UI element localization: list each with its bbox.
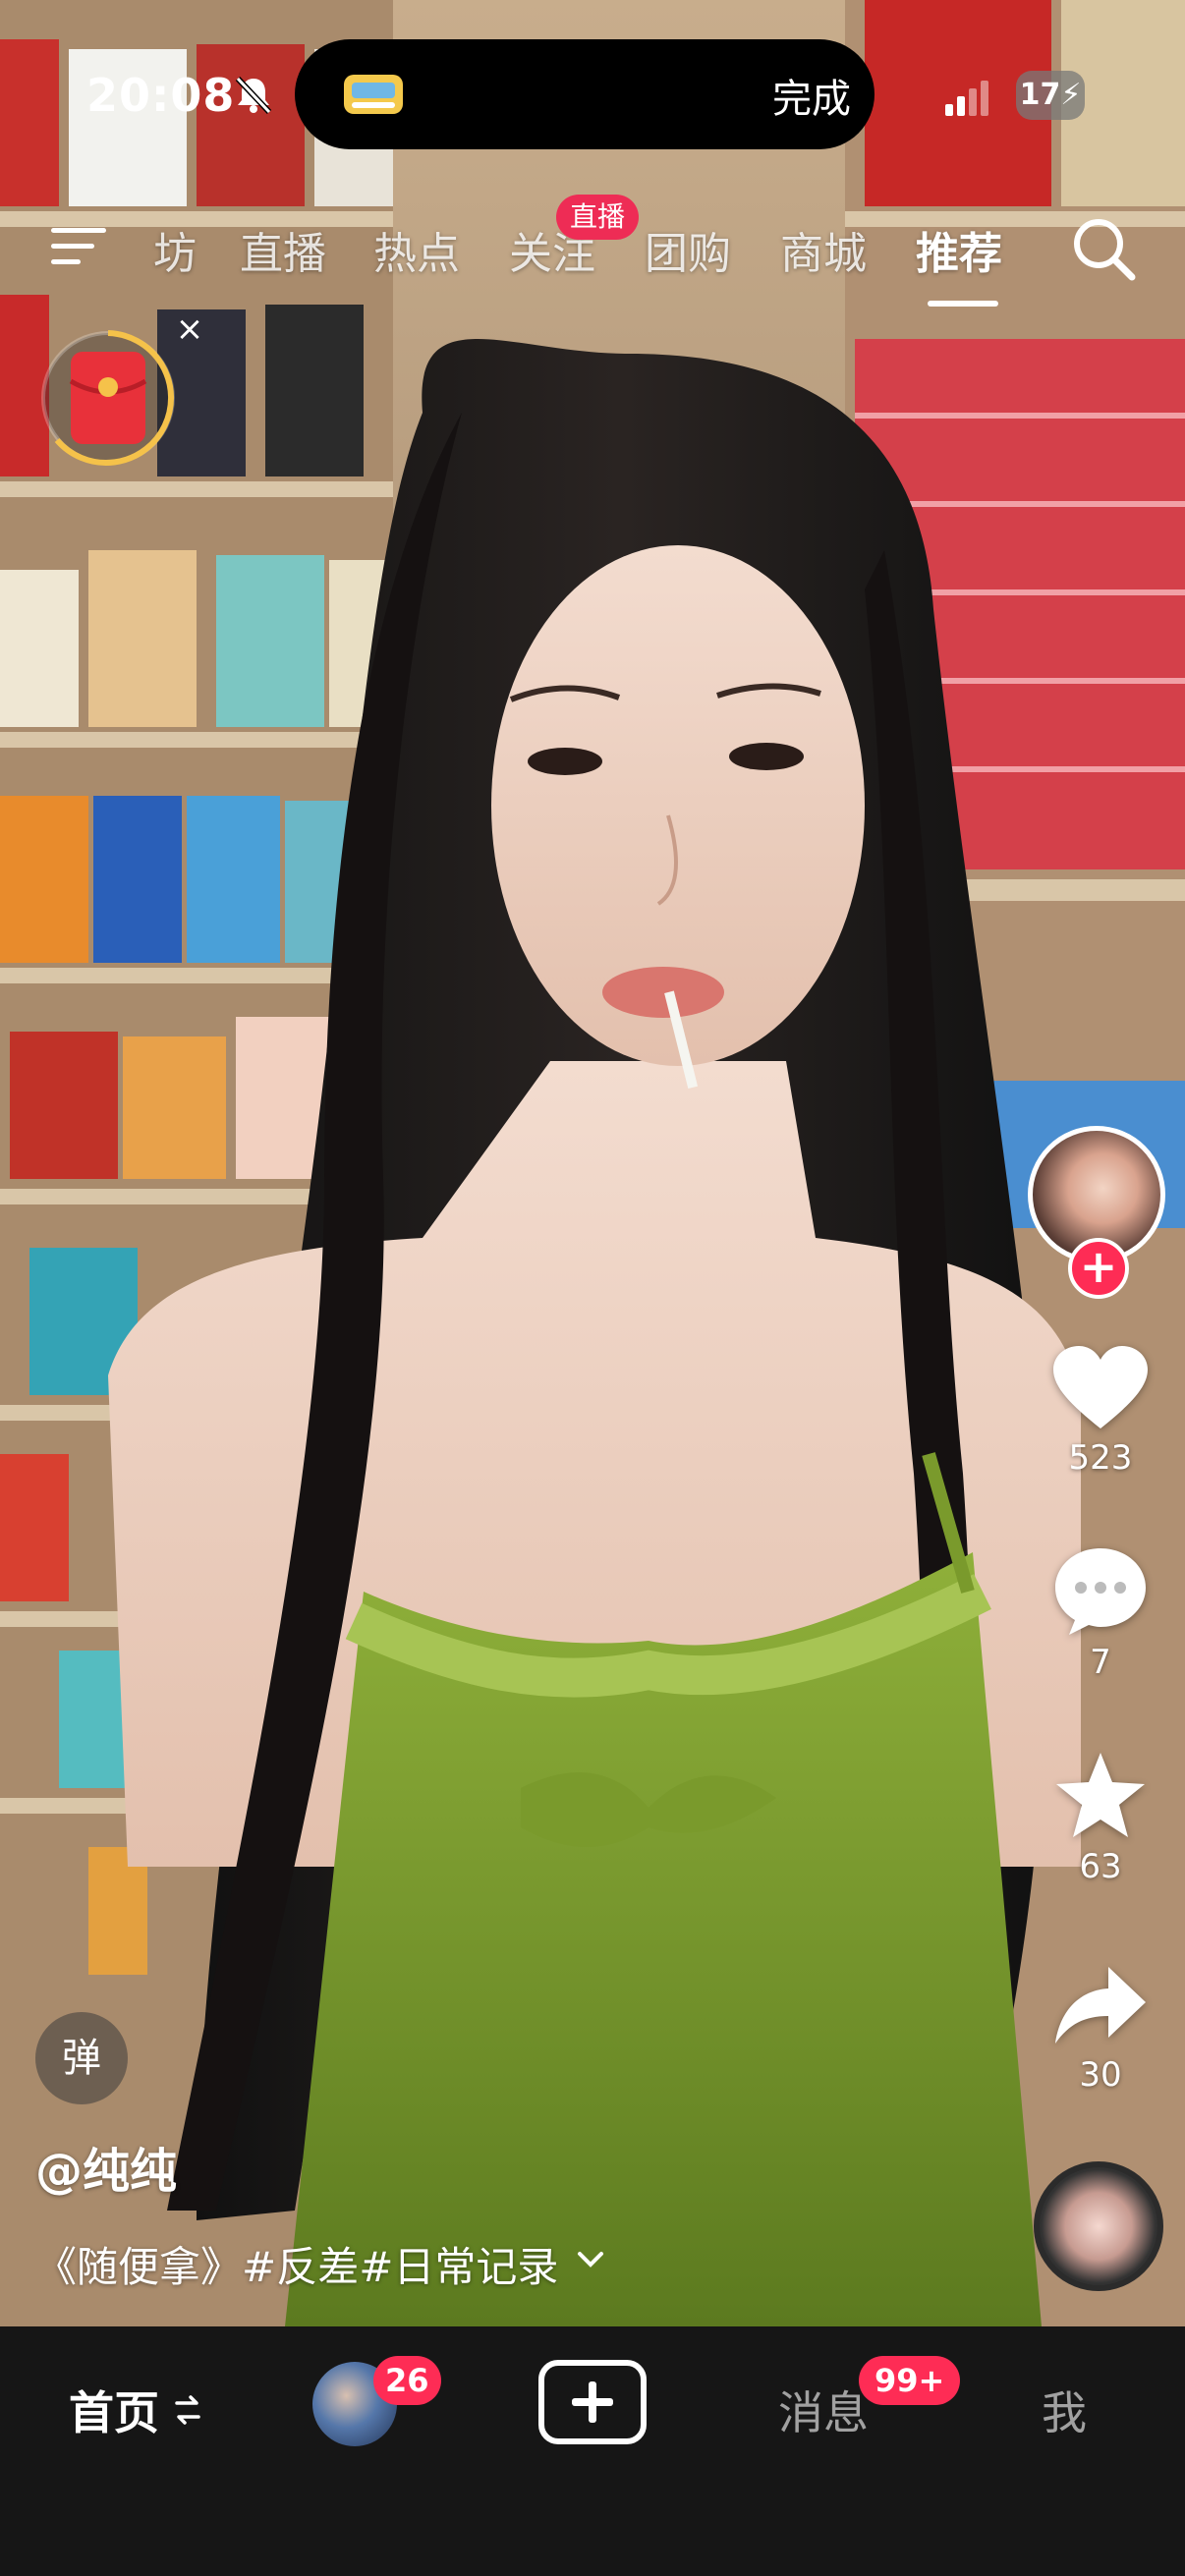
- plus-icon: [572, 2381, 613, 2423]
- favorite-action[interactable]: 63: [1042, 1749, 1159, 1886]
- swap-arrows-icon[interactable]: [175, 2393, 200, 2427]
- like-count: 523: [1068, 1438, 1133, 1478]
- video-caption[interactable]: 《随便拿》#反差#日常记录: [35, 2234, 558, 2294]
- comment-count: 7: [1090, 1643, 1111, 1682]
- chevron-down-icon[interactable]: [576, 2248, 605, 2271]
- create-button[interactable]: [538, 2360, 647, 2444]
- tab-fang[interactable]: 坊: [153, 218, 197, 281]
- live-badge: 直播: [556, 195, 640, 240]
- video-player[interactable]: [0, 0, 1185, 2326]
- screen: 20:08 完成 17⚡ 坊 直播 热点 关注 团购 商城 推荐 直播 × + …: [0, 0, 1185, 2576]
- tab-group-buy[interactable]: 团购: [645, 218, 731, 281]
- favorite-count: 63: [1079, 1847, 1122, 1886]
- active-tab-indicator: [928, 301, 998, 307]
- bell-off-icon: [235, 76, 272, 115]
- tab-mall[interactable]: 商城: [780, 218, 867, 281]
- share-action[interactable]: 30: [1042, 1961, 1159, 2095]
- follow-button[interactable]: +: [1068, 1238, 1129, 1299]
- search-icon[interactable]: [1069, 214, 1138, 283]
- heart-icon[interactable]: [1051, 1344, 1150, 1432]
- tab-trending[interactable]: 热点: [373, 218, 460, 281]
- messages-badge: 99+: [859, 2356, 961, 2405]
- tab-live[interactable]: 直播: [240, 218, 326, 281]
- video-frame: [0, 0, 1185, 2326]
- tab-messages[interactable]: 消息: [778, 2378, 869, 2442]
- music-disc[interactable]: [1034, 2161, 1163, 2291]
- tv-app-icon: [344, 75, 403, 114]
- tab-home[interactable]: 首页: [69, 2378, 159, 2442]
- red-packet-close-icon[interactable]: ×: [173, 312, 206, 346]
- tab-recommended[interactable]: 推荐: [916, 218, 1002, 281]
- friends-badge: 26: [373, 2356, 441, 2405]
- comment-action[interactable]: 7: [1042, 1544, 1159, 1682]
- danmu-toggle-button[interactable]: 弹: [35, 2012, 128, 2104]
- done-button[interactable]: 完成: [772, 67, 851, 124]
- comment-icon[interactable]: [1051, 1544, 1150, 1637]
- share-arrow-icon[interactable]: [1051, 1961, 1150, 2049]
- dynamic-island[interactable]: 完成: [295, 39, 875, 149]
- cellular-signal-icon: [945, 81, 988, 116]
- like-action[interactable]: 523: [1042, 1344, 1159, 1478]
- star-icon[interactable]: [1051, 1749, 1150, 1841]
- menu-icon[interactable]: [51, 224, 110, 267]
- status-time: 20:08: [86, 69, 236, 122]
- battery-indicator: 17⚡: [1016, 71, 1085, 120]
- tab-me[interactable]: 我: [1042, 2378, 1087, 2442]
- red-packet-widget[interactable]: [39, 324, 177, 472]
- share-count: 30: [1079, 2055, 1122, 2095]
- author-name[interactable]: @纯纯: [35, 2132, 177, 2201]
- battery-level: 17: [1019, 78, 1061, 112]
